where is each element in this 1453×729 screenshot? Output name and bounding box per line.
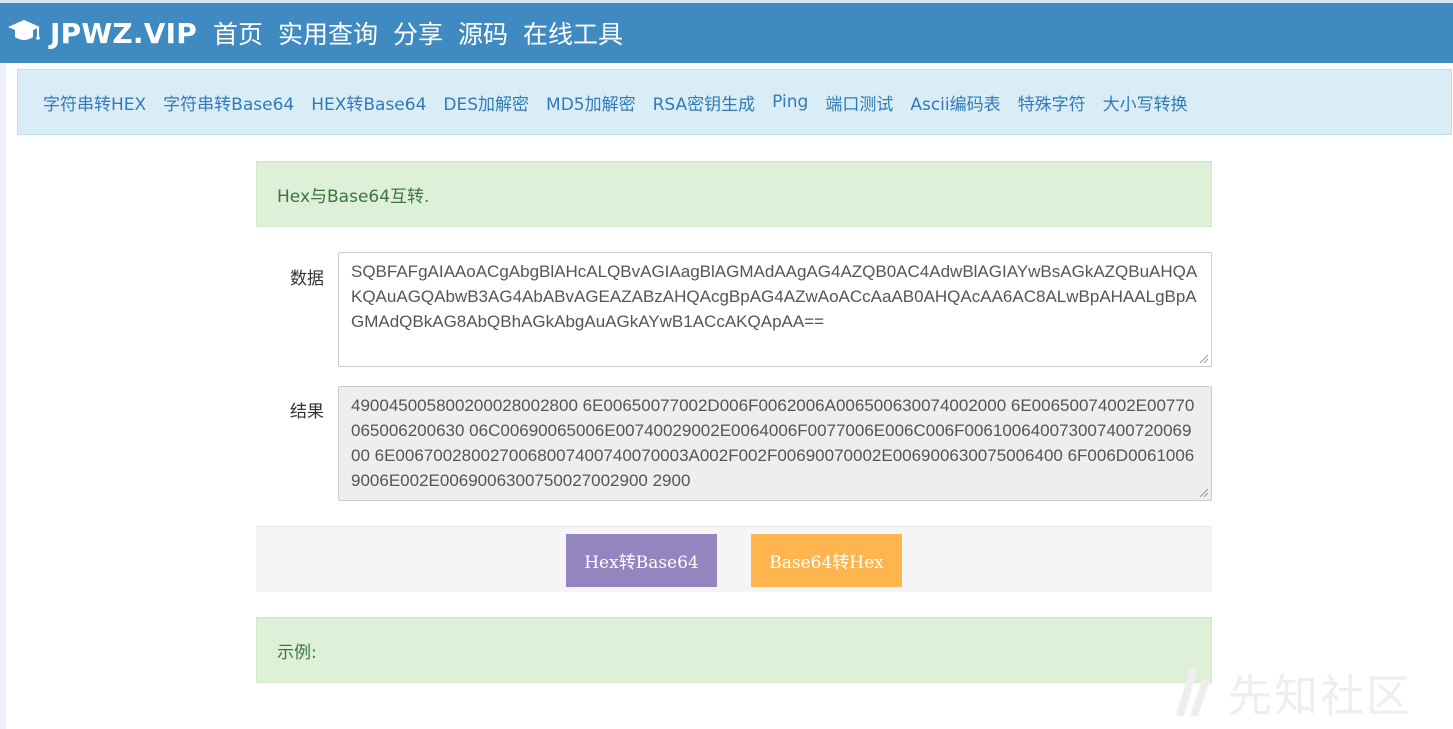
intro-alert: Hex与Base64互转.: [256, 161, 1212, 227]
tool-ping[interactable]: Ping: [772, 92, 808, 112]
nav-query[interactable]: 实用查询: [278, 15, 378, 51]
tool-special-chars[interactable]: 特殊字符: [1018, 90, 1086, 115]
page: JPWZ.VIP 首页 实用查询 分享 源码 在线工具 字符串转HEX 字符串转…: [0, 0, 1453, 729]
tool-string-to-base64[interactable]: 字符串转Base64: [163, 90, 294, 115]
brand[interactable]: JPWZ.VIP: [7, 17, 197, 50]
result-output-value: 490045005800200028002800 6E00650077002D0…: [351, 396, 1195, 490]
left-edge: [0, 0, 6, 729]
tool-des[interactable]: DES加解密: [443, 90, 529, 115]
tool-md5[interactable]: MD5加解密: [546, 90, 636, 115]
data-input-value: SQBFAFgAIAAoACgAbgBlAHcALQBvAGIAagBlAGMA…: [351, 262, 1198, 331]
top-navbar: JPWZ.VIP 首页 实用查询 分享 源码 在线工具: [0, 0, 1453, 63]
nav-online-tools[interactable]: 在线工具: [523, 15, 623, 51]
tool-ascii-table[interactable]: Ascii编码表: [910, 90, 1000, 115]
watermark: 先知社区: [1172, 661, 1442, 723]
resize-grip-icon[interactable]: [1199, 488, 1208, 497]
base64-to-hex-button[interactable]: Base64转Hex: [751, 534, 902, 587]
tool-string-to-hex[interactable]: 字符串转HEX: [43, 90, 146, 115]
brand-name: JPWZ.VIP: [50, 16, 197, 50]
result-label: 结果: [290, 402, 324, 422]
example-text: 示例:: [277, 642, 317, 663]
intro-text: Hex与Base64互转.: [277, 186, 430, 207]
data-label: 数据: [290, 269, 324, 289]
nav-source[interactable]: 源码: [458, 15, 508, 51]
main-nav: 首页 实用查询 分享 源码 在线工具: [213, 15, 638, 51]
watermark-logo-icon: [1176, 668, 1210, 716]
nav-share[interactable]: 分享: [393, 15, 443, 51]
nav-home[interactable]: 首页: [213, 15, 263, 51]
graduation-cap-icon: [7, 18, 41, 48]
button-panel: Hex转Base64 Base64转Hex: [256, 526, 1212, 592]
watermark-text: 先知社区: [1228, 671, 1412, 722]
tool-hex-to-base64[interactable]: HEX转Base64: [311, 90, 426, 115]
example-alert: 示例:: [256, 617, 1212, 683]
tool-rsa[interactable]: RSA密钥生成: [653, 90, 756, 115]
hex-to-base64-button[interactable]: Hex转Base64: [566, 534, 717, 587]
tools-bar: 字符串转HEX 字符串转Base64 HEX转Base64 DES加解密 MD5…: [17, 69, 1452, 135]
tool-case-convert[interactable]: 大小写转换: [1103, 90, 1188, 115]
data-input[interactable]: SQBFAFgAIAAoACgAbgBlAHcALQBvAGIAagBlAGMA…: [338, 252, 1212, 367]
resize-grip-icon[interactable]: [1199, 354, 1208, 363]
result-output[interactable]: 490045005800200028002800 6E00650077002D0…: [338, 386, 1212, 501]
tool-port-test[interactable]: 端口测试: [825, 90, 893, 115]
